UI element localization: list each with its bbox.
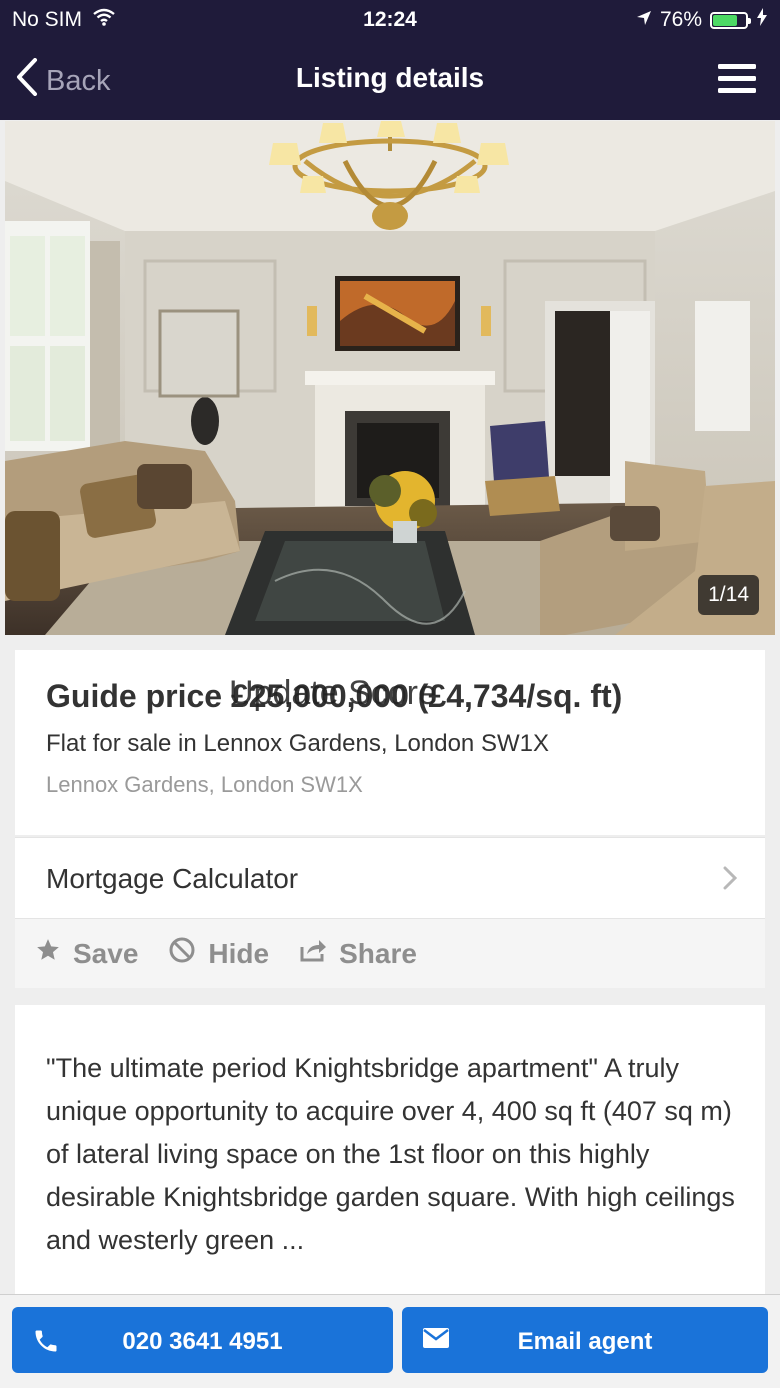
description-card: "The ultimate period Knightsbridge apart… [15,1005,765,1295]
call-agent-button[interactable]: 020 3641 4951 [12,1307,393,1373]
location-arrow-icon [636,8,652,32]
listing-address: Lennox Gardens, London SW1X [46,772,363,797]
listing-subtitle: Flat for sale in Lennox Gardens, London … [46,730,549,757]
nav-bar: Back Listing details [0,40,780,120]
battery-percent: 76% [659,8,702,31]
star-icon [35,937,61,970]
prohibited-icon [168,936,196,971]
save-button[interactable]: Save [35,937,138,970]
hide-label: Hide [208,937,270,969]
listing-photo[interactable]: 1/14 [5,121,775,635]
save-label: Save [73,937,139,969]
mortgage-calculator-row[interactable]: Mortgage Calculator [15,837,765,918]
status-right: 76% [636,8,768,32]
bolt-icon [756,8,768,32]
hamburger-icon[interactable] [718,64,756,99]
share-label: Share [339,937,417,969]
photo-counter: 1/14 [698,575,759,615]
action-bar: Save Hide Share [15,918,765,988]
page-title: Listing details [295,62,485,93]
email-agent-label: Email agent [517,1328,653,1355]
mortgage-calculator-label: Mortgage Calculator [46,863,299,894]
phone-number: 020 3641 4951 [122,1328,283,1355]
share-button[interactable]: Share [299,937,417,970]
listing-description: "The ultimate period Knightsbridge apart… [46,1053,735,1255]
hide-button[interactable]: Hide [168,936,269,971]
update-score-overlay: Update Score [229,674,437,712]
chevron-right-icon [723,866,738,895]
status-bar: No SIM 12:24 76% [0,0,780,40]
contact-bar: 020 3641 4951 Email agent [0,1294,780,1388]
living-room-image [5,121,775,635]
email-agent-button[interactable]: Email agent [402,1307,768,1373]
battery-icon [710,11,751,29]
share-icon [299,937,327,970]
listing-summary-card: Guide price £25,000,000 (£4,734/sq. ft) … [15,650,765,835]
